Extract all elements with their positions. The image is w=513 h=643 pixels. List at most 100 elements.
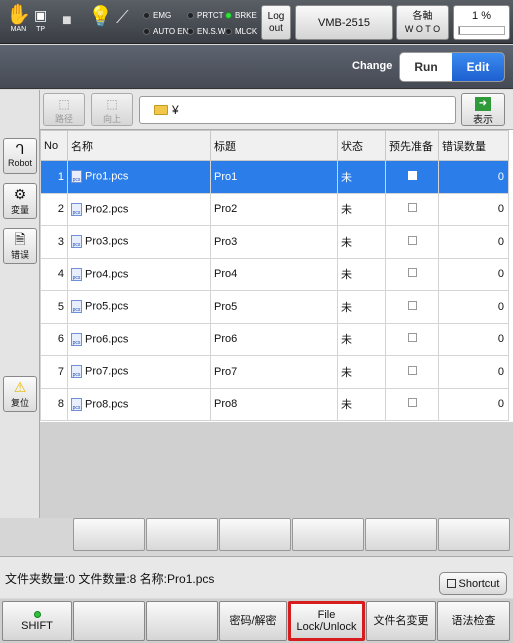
status-line: 文件夹数量:0 文件数量:8 名称:Pro1.pcs Shortcut <box>0 556 513 598</box>
fkey-blank-1[interactable] <box>73 601 145 641</box>
row-status: 未 <box>337 355 386 389</box>
col-name[interactable]: 名称 <box>67 130 211 161</box>
en-sw-led <box>187 28 194 35</box>
function-button-5[interactable] <box>365 518 437 551</box>
row-error-count: 0 <box>438 387 509 421</box>
row-error-count: 0 <box>438 257 509 291</box>
reset-button[interactable]: ⚠ 复位 <box>3 376 37 412</box>
shift-button[interactable]: SHIFT <box>2 601 72 641</box>
path-text: ¥ <box>172 103 179 117</box>
table-row[interactable]: 5 pcs Pro5.pcs Pro5 未 0 <box>40 290 509 324</box>
prepare-checkbox[interactable] <box>407 268 417 278</box>
lightbulb-icon[interactable]: 💡 <box>88 6 113 28</box>
row-no: 3 <box>40 225 68 259</box>
edit-option[interactable]: Edit <box>452 53 504 81</box>
row-name: Pro4.pcs <box>85 268 129 281</box>
mlck-led <box>225 28 232 35</box>
rename-file-button[interactable]: 文件名変更 <box>366 601 436 641</box>
run-edit-toggle[interactable]: Run Edit <box>399 52 505 82</box>
table-row[interactable]: 6 pcs Pro6.pcs Pro6 未 0 <box>40 322 509 356</box>
error-button[interactable]: 🗎 错误 <box>3 228 37 264</box>
row-no: 4 <box>40 257 68 291</box>
row-name: Pro3.pcs <box>85 235 129 248</box>
row-name-cell: pcs Pro8.pcs <box>67 387 211 421</box>
row-prepare-cell <box>385 290 439 324</box>
variable-button[interactable]: ⚙ 変量 <box>3 183 37 219</box>
robot-button[interactable]: ᒉ Robot <box>3 138 37 174</box>
model-button[interactable]: VMB-2515 <box>295 5 393 40</box>
function-button-2[interactable] <box>146 518 218 551</box>
folder-icon <box>154 105 168 115</box>
brke-indicator: BRKE <box>225 11 257 20</box>
prepare-checkbox[interactable] <box>407 365 417 375</box>
row-title: Pro3 <box>210 225 338 259</box>
file-lock-unlock-button[interactable]: File Lock/Unlock <box>288 601 365 641</box>
syntax-check-button[interactable]: 语法检查 <box>437 601 510 641</box>
row-name: Pro1.pcs <box>85 170 129 183</box>
row-name: Pro2.pcs <box>85 203 129 216</box>
function-row-upper <box>0 518 513 555</box>
password-decrypt-button[interactable]: 密码/解密 <box>219 601 287 641</box>
row-no: 5 <box>40 290 68 324</box>
show-button[interactable]: ➜ 表示 <box>461 93 505 126</box>
row-error-count: 0 <box>438 322 509 356</box>
teach-pendant-icon[interactable]: ▣ TP <box>34 4 47 33</box>
pcs-file-icon: pcs <box>71 397 82 411</box>
path-back-button[interactable]: ⬚ 路径 <box>43 93 85 126</box>
row-name-cell: pcs Pro1.pcs <box>67 160 211 194</box>
axis-mode-bottom: W O T O <box>404 23 441 34</box>
logout-button[interactable]: Log out <box>261 5 291 40</box>
stop-icon[interactable]: ■ <box>62 10 72 32</box>
col-title[interactable]: 标题 <box>210 130 338 161</box>
row-status: 未 <box>337 225 386 259</box>
table-row[interactable]: 3 pcs Pro3.pcs Pro3 未 0 <box>40 225 509 259</box>
table-row[interactable]: 4 pcs Pro4.pcs Pro4 未 0 <box>40 257 509 291</box>
row-name: Pro8.pcs <box>85 398 129 411</box>
function-button-1[interactable] <box>73 518 145 551</box>
left-panel: ᒉ Robot ⚙ 変量 🗎 错误 ⚠ 复位 <box>0 90 40 555</box>
col-prepare[interactable]: 预先准备 <box>385 130 439 161</box>
error-icon: 🗎 <box>14 231 26 247</box>
pcs-file-icon: pcs <box>71 365 82 379</box>
row-error-count: 0 <box>438 225 509 259</box>
row-status: 未 <box>337 387 386 421</box>
function-button-3[interactable] <box>219 518 291 551</box>
table-row[interactable]: 2 pcs Pro2.pcs Pro2 未 0 <box>40 192 509 226</box>
path-up-button[interactable]: ⬚ 向上 <box>91 93 133 126</box>
row-title: Pro2 <box>210 192 338 226</box>
emg-led <box>143 12 150 19</box>
path-field[interactable]: ¥ <box>139 96 456 124</box>
col-error-count[interactable]: 错误数量 <box>438 130 509 161</box>
col-no[interactable]: No <box>40 130 68 161</box>
function-button-4[interactable] <box>292 518 364 551</box>
col-status[interactable]: 状态 <box>337 130 386 161</box>
table-row[interactable]: 8 pcs Pro8.pcs Pro8 未 0 <box>40 387 509 421</box>
pendant-icon: ▣ <box>34 7 48 23</box>
row-status: 未 <box>337 192 386 226</box>
speed-bar-fill <box>459 27 460 34</box>
fkey-blank-2[interactable] <box>146 601 218 641</box>
axis-mode-button[interactable]: 各軸 W O T O <box>396 5 449 40</box>
shortcut-button[interactable]: Shortcut <box>439 572 507 595</box>
row-title: Pro4 <box>210 257 338 291</box>
table-row[interactable]: 7 pcs Pro7.pcs Pro7 未 0 <box>40 355 509 389</box>
row-error-count: 0 <box>438 192 509 226</box>
prtct-led <box>187 12 194 19</box>
prepare-checkbox[interactable] <box>407 235 417 245</box>
row-status: 未 <box>337 257 386 291</box>
manual-mode-icon[interactable]: ✋ MAN <box>6 4 31 33</box>
wrench-icon[interactable]: ⟋ <box>116 6 129 28</box>
function-button-6[interactable] <box>438 518 510 551</box>
table-row[interactable]: 1 pcs Pro1.pcs Pro1 未 0 <box>40 160 509 194</box>
prepare-checkbox[interactable] <box>407 203 417 213</box>
run-option[interactable]: Run <box>400 53 452 81</box>
robot-icon: ᒉ <box>15 141 25 157</box>
prepare-checkbox[interactable] <box>407 398 417 408</box>
prepare-checkbox[interactable] <box>407 300 417 310</box>
speed-override[interactable]: 1 % <box>453 5 510 40</box>
pcs-file-icon: pcs <box>71 202 82 216</box>
speed-percent: 1 % <box>472 10 491 22</box>
auto-en-led <box>143 28 150 35</box>
prepare-checkbox[interactable] <box>407 170 417 180</box>
prepare-checkbox[interactable] <box>407 333 417 343</box>
